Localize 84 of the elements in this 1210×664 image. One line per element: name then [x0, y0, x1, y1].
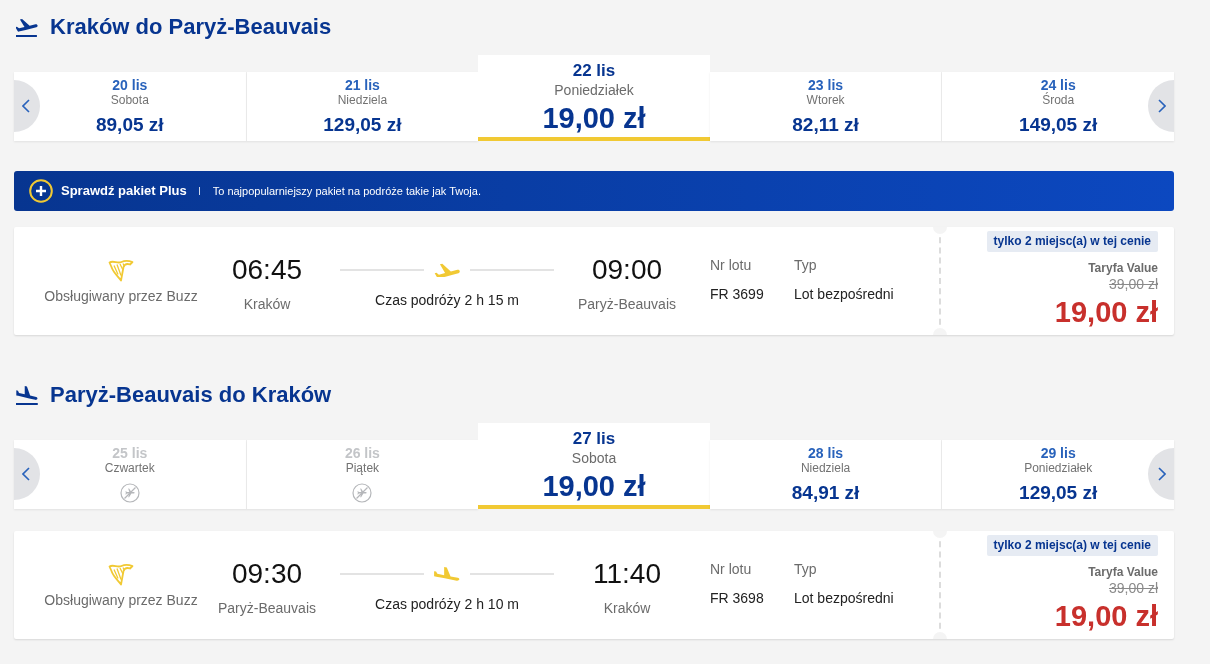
date-label: 29 lis: [1040, 445, 1076, 461]
arrival-time: 11:40: [593, 557, 661, 591]
fare-price: 19,00 zł: [1054, 296, 1158, 328]
date-tab[interactable]: 22 lis Poniedziałek 19,00 zł: [478, 55, 710, 141]
flight-number-label: Nr lotu: [710, 560, 752, 578]
weekday-label: Niedziela: [337, 93, 388, 107]
departure-time: 09:30: [231, 557, 303, 591]
fare-price: 19,00 zł: [1054, 600, 1158, 632]
date-label: 23 lis: [808, 77, 844, 93]
date-label: 22 lis: [572, 61, 616, 81]
date-label: 26 lis: [344, 445, 380, 461]
departure-city: Paryż-Beauvais: [217, 599, 316, 617]
price-label: 84,91 zł: [791, 481, 860, 505]
flight-type: Lot bezpośredni: [794, 589, 894, 607]
price-label: 19,00 zł: [542, 469, 646, 503]
weekday-label: Wtorek: [806, 93, 845, 107]
chevron-right-icon: [1158, 467, 1166, 481]
date-tab[interactable]: 25 lis Czwartek: [14, 440, 247, 509]
flight-number-label: Nr lotu: [710, 256, 752, 274]
plus-circle-icon: [29, 179, 53, 203]
no-flights-icon: [352, 483, 373, 503]
harp-logo-icon: [108, 258, 134, 282]
flight-type: Lot bezpośredni: [794, 285, 894, 303]
old-price: 39,00 zł: [1108, 580, 1158, 596]
departure-time: 06:45: [231, 253, 303, 287]
price-label: 129,05 zł: [323, 113, 402, 137]
date-tab[interactable]: 29 lis Poniedziałek 129,05 zł: [942, 440, 1174, 509]
chevron-right-icon: [1158, 99, 1166, 113]
departure-city: Kraków: [243, 295, 291, 313]
fare-name: Taryfa Value: [1088, 565, 1158, 579]
no-flights-icon: [119, 483, 140, 503]
weekday-label: Czwartek: [104, 461, 155, 475]
flight-number: FR 3698: [710, 589, 764, 607]
weekday-label: Sobota: [110, 93, 149, 107]
date-tab[interactable]: 26 lis Piątek: [246, 440, 479, 509]
date-label: 28 lis: [808, 445, 844, 461]
duration-label: Czas podróży 2 h 15 m: [374, 291, 520, 309]
date-label: 21 lis: [344, 77, 380, 93]
date-tab[interactable]: 23 lis Wtorek 82,11 zł: [709, 72, 943, 141]
weekday-label: Poniedziałek: [554, 81, 634, 99]
operator-label: Obsługiwany przez Buzz: [44, 591, 198, 609]
weekday-label: Niedziela: [800, 461, 851, 475]
date-label: 20 lis: [112, 77, 148, 93]
chevron-left-icon: [22, 99, 30, 113]
harp-logo-icon: [108, 562, 134, 586]
plane-landing-icon: [434, 567, 460, 581]
seats-left-badge: tylko 2 miejsc(a) w tej cenie: [986, 535, 1158, 556]
weekday-label: Sobota: [571, 449, 617, 467]
date-tab[interactable]: 28 lis Niedziela 84,91 zł: [709, 440, 943, 509]
flight-type-label: Typ: [794, 560, 817, 578]
date-tab[interactable]: 21 lis Niedziela 129,05 zł: [246, 72, 479, 141]
date-tab[interactable]: 24 lis Środa 149,05 zł: [942, 72, 1174, 141]
route-heading: Kraków do Paryż-Beauvais: [50, 13, 332, 41]
price-label: 129,05 zł: [1019, 481, 1098, 505]
date-tab[interactable]: 20 lis Sobota 89,05 zł: [14, 72, 247, 141]
seats-left-badge: tylko 2 miejsc(a) w tej cenie: [986, 231, 1158, 252]
flight-type-label: Typ: [794, 256, 817, 274]
plane-takeoff-icon: [16, 17, 38, 37]
old-price: 39,00 zł: [1108, 276, 1158, 292]
arrival-time: 09:00: [591, 253, 663, 287]
price-label: 82,11 zł: [792, 113, 859, 137]
weekday-label: Środa: [1042, 93, 1075, 107]
price-label: 149,05 zł: [1019, 113, 1098, 137]
promo-text: To najpopularniejszy pakiet na podróże takie jak Twoja.: [212, 184, 481, 198]
price-label: 89,05 zł: [96, 113, 164, 137]
plane-takeoff-icon: [434, 263, 460, 277]
duration-label: Czas podróży 2 h 10 m: [374, 595, 520, 613]
date-tab[interactable]: 27 lis Sobota 19,00 zł: [478, 423, 710, 509]
weekday-label: Piątek: [345, 461, 380, 475]
promo-banner[interactable]: Sprawdź pakiet Plus To najpopularniejszy pakiet na podróże takie jak Twoja.: [14, 171, 1174, 211]
operator-label: Obsługiwany przez Buzz: [44, 287, 198, 305]
promo-title: Sprawdź pakiet Plus: [61, 183, 187, 199]
chevron-left-icon: [22, 467, 30, 481]
plane-landing-icon: [16, 385, 38, 405]
price-label: 19,00 zł: [542, 101, 646, 135]
weekday-label: Poniedziałek: [1024, 461, 1093, 475]
fare-name: Taryfa Value: [1088, 261, 1158, 275]
date-label: 27 lis: [572, 429, 616, 449]
date-label: 25 lis: [112, 445, 148, 461]
date-label: 24 lis: [1040, 77, 1076, 93]
arrival-city: Kraków: [603, 599, 651, 617]
route-heading: Paryż-Beauvais do Kraków: [50, 381, 332, 409]
arrival-city: Paryż-Beauvais: [577, 295, 676, 313]
flight-number: FR 3699: [710, 285, 764, 303]
